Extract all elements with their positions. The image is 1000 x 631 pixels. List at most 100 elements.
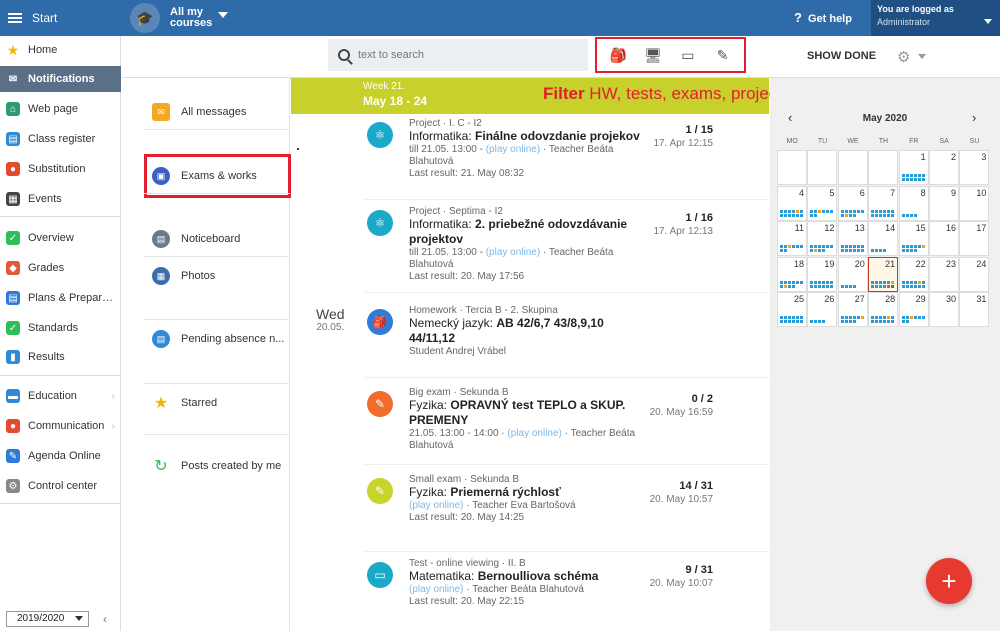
- entry-date: 20. May 10:57: [649, 494, 713, 505]
- sidebar-item-label: Events: [28, 193, 62, 205]
- calendar-day[interactable]: 20: [837, 256, 868, 292]
- project-filter-icon[interactable]: ✎: [714, 46, 732, 64]
- calendar-weekdays: MO TU WE TH FR SA SU: [777, 138, 990, 145]
- calendar-day-events: [901, 280, 927, 288]
- calendar-day[interactable]: 31: [959, 292, 990, 327]
- calendar-day[interactable]: 15: [898, 221, 929, 256]
- search-input[interactable]: text to search: [328, 39, 588, 71]
- day-weekday: Wed: [316, 306, 345, 322]
- calendar-day[interactable]: 17: [959, 221, 990, 256]
- calendar-day[interactable]: 27: [837, 292, 868, 327]
- folder-pending-absence-n[interactable]: ▤ Pending absence n...: [152, 330, 284, 348]
- sidebar-item-standards[interactable]: ✓ Standards: [0, 315, 121, 341]
- calendar-day[interactable]: 3: [959, 150, 990, 185]
- calendar-day[interactable]: 26: [807, 292, 838, 327]
- entry-details: (play online) · Teacher Beáta Blahutová: [409, 584, 649, 596]
- calendar-day[interactable]: 9: [929, 185, 959, 221]
- calendar-day[interactable]: 25: [777, 292, 807, 327]
- sidebar-item-web-page[interactable]: ⌂ Web page: [0, 96, 121, 122]
- user-menu[interactable]: You are logged as Administrator: [871, 0, 1000, 36]
- calendar-day[interactable]: 1: [898, 150, 929, 185]
- calendar-day[interactable]: 12: [807, 221, 838, 256]
- calendar-day-number: 7: [890, 187, 896, 198]
- folder-exams-works[interactable]: ▣ Exams & works: [152, 167, 257, 185]
- calendar-day-number: 17: [976, 223, 987, 233]
- sidebar-item-substitution[interactable]: ● Substitution: [0, 156, 121, 182]
- calendar-day[interactable]: 21: [868, 256, 899, 292]
- chevron-down-icon[interactable]: [918, 54, 926, 59]
- calendar-day[interactable]: 7: [868, 185, 899, 221]
- test-filter-icon[interactable]: 🖥: [644, 46, 662, 64]
- calendar-day[interactable]: 30: [929, 292, 959, 327]
- calendar-day[interactable]: 10: [959, 185, 990, 221]
- calendar-day[interactable]: 18: [777, 256, 807, 292]
- play-online-link[interactable]: (play online): [486, 144, 540, 155]
- add-button[interactable]: +: [926, 558, 972, 604]
- entry-last-result: Last result: 20. May 22:15: [409, 596, 525, 607]
- play-online-link[interactable]: (play online): [409, 584, 463, 595]
- calendar-day[interactable]: 5: [807, 185, 838, 221]
- calendar-day[interactable]: 24: [959, 256, 990, 292]
- weekday-label: FR: [909, 138, 919, 145]
- graduation-cap-icon: 🎓: [130, 3, 160, 33]
- sidebar-item-communication[interactable]: ● Communication ›: [0, 413, 121, 439]
- sidebar-item-grades[interactable]: ◆ Grades: [0, 255, 121, 281]
- school-year-select[interactable]: 2019/2020: [6, 611, 89, 627]
- sidebar-item-home[interactable]: ★ Home: [0, 37, 121, 63]
- folder-all-messages[interactable]: ✉ All messages: [152, 103, 246, 121]
- courses-selector[interactable]: 🎓 All my courses: [130, 3, 228, 33]
- calendar-day[interactable]: 23: [929, 256, 959, 292]
- sidebar-item-control-center[interactable]: ⚙ Control center: [0, 473, 121, 499]
- collapse-sidebar-icon[interactable]: ‹: [103, 612, 107, 626]
- start-menu-button[interactable]: Start: [0, 0, 121, 36]
- calendar-day[interactable]: 6: [837, 185, 868, 221]
- filter-group: 🎒 🖥 ▭ ✎: [595, 37, 746, 73]
- help-button[interactable]: ? Get help: [794, 10, 852, 25]
- calendar-day[interactable]: 22: [898, 256, 929, 292]
- folder-noticeboard[interactable]: ▤ Noticeboard: [152, 230, 240, 248]
- sidebar-item-label: Control center: [28, 480, 98, 492]
- sidebar-item-agenda-online[interactable]: ✎ Agenda Online: [0, 443, 121, 469]
- pencil-icon: ✎: [6, 449, 20, 463]
- calendar-day[interactable]: 28: [868, 292, 899, 327]
- sidebar-item-education[interactable]: ▬ Education ›: [0, 383, 121, 409]
- entry-score-block: 1 / 15 17. Apr 12:15: [654, 124, 714, 149]
- calendar-day[interactable]: 13: [837, 221, 868, 256]
- show-done-button[interactable]: SHOW DONE: [807, 50, 876, 62]
- calendar-day[interactable]: 14: [868, 221, 899, 256]
- calendar-day[interactable]: 2: [929, 150, 959, 185]
- calendar-day[interactable]: 29: [898, 292, 929, 327]
- question-icon: ?: [794, 10, 802, 25]
- sidebar-item-class-register[interactable]: ▤ Class register: [0, 126, 121, 152]
- sidebar-item-events[interactable]: ▦ Events: [0, 186, 121, 212]
- play-online-link[interactable]: (play online): [409, 500, 463, 511]
- play-online-link[interactable]: (play online): [486, 247, 540, 258]
- sidebar-item-plans-prepar[interactable]: ▤ Plans & Prepar…: [0, 285, 121, 311]
- calendar-day-number: 26: [824, 294, 835, 304]
- noticeboard-icon: ▤: [152, 230, 170, 248]
- calendar-panel: ‹ › May 2020 MO TU WE TH FR SA SU 1 2 3 4 5 6 7 8 9 10 1…: [770, 78, 1000, 631]
- homework-filter-icon[interactable]: 🎒: [609, 46, 627, 64]
- sidebar-item-notifications[interactable]: ✉ Notifications: [0, 66, 121, 92]
- calendar-day[interactable]: 8: [898, 185, 929, 221]
- week-label: Week 21.: [363, 81, 406, 92]
- sidebar-item-label: Communication: [28, 420, 105, 432]
- sidebar-item-overview[interactable]: ✓ Overview: [0, 225, 121, 251]
- calendar-day[interactable]: 11: [777, 221, 807, 256]
- folder-starred[interactable]: ★ Starred: [152, 394, 217, 412]
- calendar-day[interactable]: 19: [807, 256, 838, 292]
- atom-icon: ⚛: [367, 210, 393, 236]
- play-online-link[interactable]: (play online): [507, 428, 561, 439]
- folder-photos[interactable]: ▦ Photos: [152, 267, 215, 285]
- folder-posts-created-by-me[interactable]: ↻ Posts created by me: [152, 457, 281, 475]
- exam-filter-icon[interactable]: ▭: [679, 46, 697, 64]
- entry-details: 21.05. 13:00 - 14:00 · (play online) · T…: [409, 428, 649, 452]
- grade-icon: ◆: [6, 261, 20, 275]
- calendar-day-events: [840, 209, 866, 217]
- calendar-day[interactable]: 16: [929, 221, 959, 256]
- gear-icon[interactable]: ⚙: [897, 48, 910, 66]
- entry-divider: [365, 464, 769, 465]
- calendar-day[interactable]: 4: [777, 185, 807, 221]
- sidebar-item-results[interactable]: ▮ Results: [0, 344, 121, 370]
- calendar-day-events: [871, 316, 896, 323]
